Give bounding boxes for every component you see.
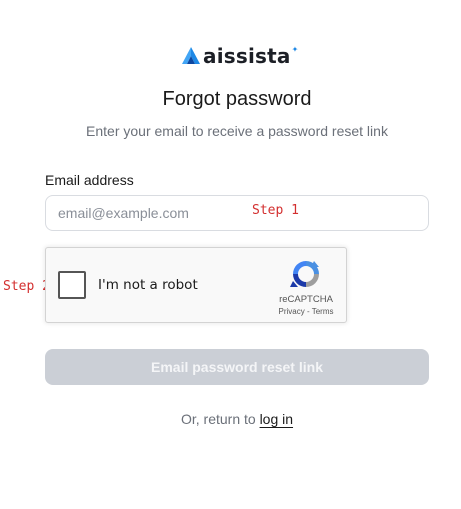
recaptcha-logo-icon bbox=[290, 261, 319, 287]
recaptcha-links-separator: - bbox=[304, 307, 312, 316]
sparkle-icon: ✦ bbox=[291, 44, 299, 54]
recaptcha-label: I'm not a robot bbox=[98, 277, 198, 293]
recaptcha-widget: I'm not a robot reCAPTCHA Privacy - Term… bbox=[45, 247, 347, 323]
recaptcha-links: Privacy - Terms bbox=[262, 307, 350, 317]
brand-logo: aissista ✦ bbox=[181, 44, 298, 68]
return-prefix: Or, return to bbox=[180, 411, 260, 427]
recaptcha-privacy-link[interactable]: Privacy bbox=[279, 307, 305, 316]
step-2-annotation: Step 2 bbox=[3, 279, 50, 294]
email-input[interactable] bbox=[45, 195, 429, 231]
return-to-login-row: Or, return to log in bbox=[0, 410, 461, 428]
login-link[interactable]: log in bbox=[260, 411, 293, 427]
recaptcha-brand: reCAPTCHA bbox=[279, 294, 333, 305]
logo-wordmark: aissista bbox=[203, 44, 291, 68]
email-reset-link-button[interactable]: Email password reset link bbox=[45, 349, 429, 385]
recaptcha-terms-link[interactable]: Terms bbox=[312, 307, 334, 316]
logo-mark-icon bbox=[182, 47, 200, 64]
page-title: Forgot password bbox=[162, 88, 312, 110]
page-subtitle: Enter your email to receive a password r… bbox=[86, 123, 388, 139]
email-label: Email address bbox=[45, 172, 134, 188]
recaptcha-checkbox[interactable] bbox=[58, 271, 86, 299]
